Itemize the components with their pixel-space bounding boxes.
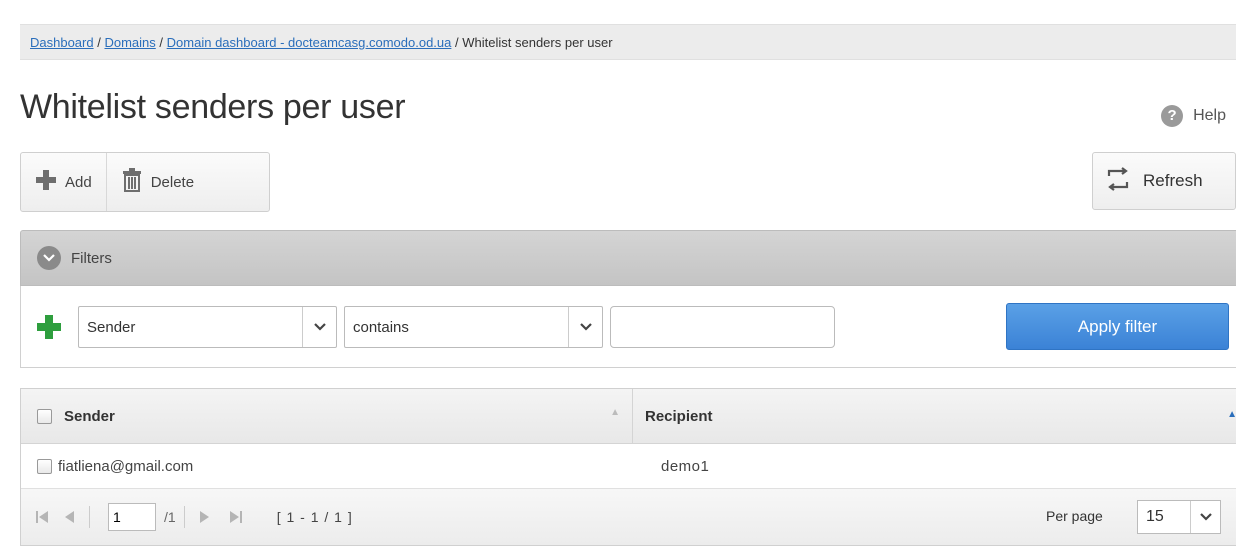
breadcrumb-link-domain-dashboard[interactable]: Domain dashboard - docteamcasg.comodo.od…	[167, 35, 452, 50]
prev-page-icon[interactable]	[63, 510, 75, 524]
breadcrumb-separator: /	[97, 35, 101, 50]
pagination-bar: /1 [ 1 - 1 / 1 ] Per page 15	[21, 489, 1236, 545]
chevron-down-icon	[1190, 501, 1220, 533]
apply-filter-button[interactable]: Apply filter	[1006, 303, 1229, 350]
sort-asc-icon: ▲	[610, 407, 620, 418]
chevron-down-icon	[302, 307, 336, 347]
column-header-sender[interactable]: Sender ▲	[21, 389, 633, 443]
trash-icon	[121, 168, 143, 196]
select-all-checkbox[interactable]	[37, 408, 52, 424]
help-link[interactable]: ? Help	[1161, 105, 1226, 127]
filter-operator-select[interactable]: contains	[344, 306, 603, 348]
chevron-down-icon	[568, 307, 602, 347]
chevron-down-icon	[37, 246, 61, 270]
column-label-recipient: Recipient	[645, 407, 713, 425]
filter-field-value: Sender	[87, 318, 136, 336]
pager-divider	[89, 506, 90, 528]
pagination-range: [ 1 - 1 / 1 ]	[276, 509, 353, 525]
breadcrumb: Dashboard / Domains / Domain dashboard -…	[20, 24, 1236, 60]
page-number-input[interactable]	[108, 503, 156, 531]
refresh-icon	[1105, 166, 1131, 196]
column-header-recipient[interactable]: Recipient ▲	[633, 389, 1236, 443]
filters-toggle[interactable]: Filters	[20, 230, 1236, 286]
table-row[interactable]: fiatliena@gmail.com demo1	[21, 444, 1236, 489]
pager-divider	[183, 506, 185, 528]
cell-recipient: demo1	[633, 444, 1236, 488]
next-page-icon[interactable]	[199, 510, 211, 524]
row-checkbox[interactable]	[37, 458, 52, 474]
add-filter-icon[interactable]	[36, 314, 62, 340]
sort-asc-icon: ▲	[1227, 409, 1236, 420]
breadcrumb-link-domains[interactable]: Domains	[104, 35, 155, 50]
breadcrumb-current: Whitelist senders per user	[462, 35, 613, 50]
column-label-sender: Sender	[64, 407, 115, 425]
last-page-icon[interactable]	[227, 510, 243, 524]
filters-title: Filters	[71, 249, 112, 267]
per-page-value: 15	[1146, 508, 1164, 525]
add-button-label: Add	[65, 173, 92, 191]
cell-sender: fiatliena@gmail.com	[21, 444, 633, 488]
total-pages: /1	[164, 509, 176, 525]
senders-table: Sender ▲ Recipient ▲ fiatliena@gmail.com…	[20, 388, 1236, 546]
filter-operator-value: contains	[353, 318, 409, 336]
refresh-button[interactable]: Refresh	[1092, 152, 1236, 210]
table-header: Sender ▲ Recipient ▲	[21, 389, 1236, 444]
refresh-button-label: Refresh	[1143, 171, 1203, 190]
breadcrumb-separator: /	[455, 35, 459, 50]
delete-button-label: Delete	[150, 173, 195, 191]
plus-icon	[35, 169, 57, 195]
help-label: Help	[1193, 107, 1226, 124]
add-button[interactable]: Add	[21, 153, 106, 211]
recipient-name: demo1	[661, 457, 710, 475]
help-icon: ?	[1161, 105, 1184, 127]
sender-email: fiatliena@gmail.com	[58, 457, 194, 475]
breadcrumb-link-dashboard[interactable]: Dashboard	[30, 35, 94, 50]
filter-field-select[interactable]: Sender	[78, 306, 337, 348]
toolbar: Add Delete	[20, 152, 270, 212]
per-page-select[interactable]: 15	[1137, 500, 1221, 534]
page-title: Whitelist senders per user	[20, 88, 406, 126]
breadcrumb-separator: /	[159, 35, 164, 50]
filter-value-input[interactable]	[610, 306, 835, 348]
delete-button[interactable]: Delete	[105, 153, 208, 211]
first-page-icon[interactable]	[35, 510, 51, 524]
per-page-label: Per page	[1046, 508, 1103, 524]
